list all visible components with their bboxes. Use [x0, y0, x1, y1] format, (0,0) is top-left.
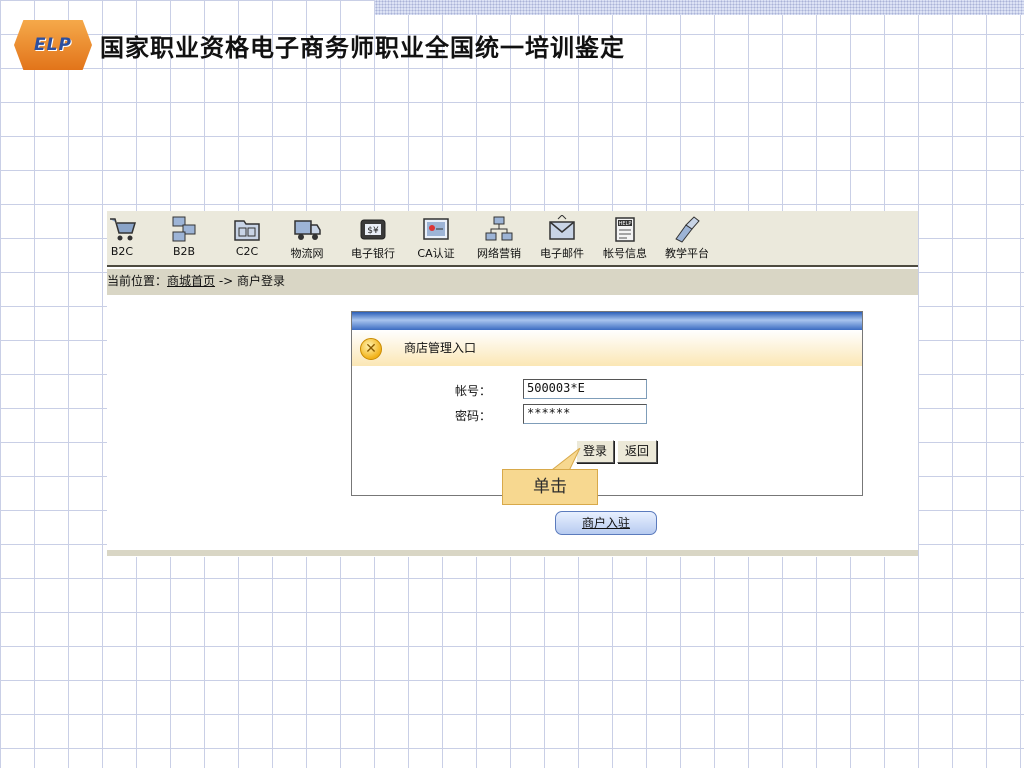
breadcrumb-home-link[interactable]: 商城首页	[167, 274, 215, 288]
truck-icon	[294, 220, 321, 240]
toolbar-item-teaching-platform[interactable]: 教学平台	[656, 215, 718, 263]
network-marketing-icon	[485, 216, 513, 241]
toolbar-item-account-info[interactable]: HELP 帐号信息	[594, 215, 656, 263]
back-button[interactable]: 返回	[617, 440, 657, 463]
browser-screenshot: B2C B2B C2C 物流网 $¥ 电子银行 CA认证 网络营销 电子邮件 H…	[107, 211, 918, 557]
elp-logo: ELP	[14, 20, 92, 70]
login-panel: ✕ 商店管理入口 帐号： 500003*E 密码： ****** 登录 返回	[351, 311, 863, 496]
password-input[interactable]: ******	[523, 404, 647, 424]
toolbar-item-logistics[interactable]: 物流网	[276, 215, 338, 263]
account-input[interactable]: 500003*E	[523, 379, 647, 399]
panel-header: ✕ 商店管理入口	[352, 330, 862, 366]
email-icon	[549, 215, 575, 240]
toolbar-item-b2b[interactable]: B2B	[153, 215, 215, 263]
toolbar-label: C2C	[235, 245, 259, 258]
toolbar-item-c2c[interactable]: C2C	[216, 215, 278, 263]
slide-title: 国家职业资格电子商务师职业全国统一培训鉴定	[100, 34, 625, 62]
toolbar-item-network-marketing[interactable]: 网络营销	[468, 215, 530, 263]
toolbar-item-b2c[interactable]: B2C	[91, 215, 153, 263]
toolbar-label: 教学平台	[665, 247, 709, 260]
breadcrumb-current: 商户登录	[237, 274, 286, 288]
b2b-network-icon	[172, 216, 196, 242]
bank-icon: $¥	[360, 219, 386, 240]
certificate-icon	[423, 218, 449, 240]
top-decorative-strip	[375, 0, 1024, 15]
breadcrumb: 当前位置：商城首页 -> 商户登录	[107, 269, 918, 295]
toolbar-label: B2C	[110, 245, 134, 258]
teaching-platform-icon	[675, 216, 700, 243]
merchant-register-button[interactable]: 商户入驻	[555, 511, 657, 535]
close-circle-icon: ✕	[360, 338, 382, 360]
shopping-cart-icon	[110, 218, 137, 241]
toolbar-label: 电子邮件	[540, 247, 584, 260]
account-label: 帐号：	[455, 384, 492, 398]
nav-toolbar: B2C B2B C2C 物流网 $¥ 电子银行 CA认证 网络营销 电子邮件 H…	[107, 211, 918, 267]
toolbar-label: 电子银行	[351, 247, 395, 260]
panel-title: 商店管理入口	[404, 341, 477, 355]
breadcrumb-prefix: 当前位置：	[107, 274, 168, 288]
toolbar-label: 物流网	[290, 247, 324, 260]
password-label: 密码：	[455, 409, 492, 423]
panel-top-bar	[352, 312, 862, 330]
svg-text:HELP: HELP	[619, 221, 632, 227]
toolbar-label: 网络营销	[477, 247, 521, 260]
toolbar-label: CA认证	[417, 247, 455, 260]
toolbar-label: B2B	[172, 245, 196, 258]
toolbar-item-ebank[interactable]: $¥ 电子银行	[342, 215, 404, 263]
c2c-folder-icon	[234, 220, 260, 241]
logo-text: ELP	[34, 35, 72, 55]
help-notepad-icon: HELP	[615, 217, 635, 242]
toolbar-label: 帐号信息	[603, 247, 647, 260]
toolbar-item-email[interactable]: 电子邮件	[531, 215, 593, 263]
toolbar-item-ca-auth[interactable]: CA认证	[405, 215, 467, 263]
breadcrumb-separator: ->	[215, 274, 238, 288]
click-callout: 单击	[502, 469, 598, 505]
svg-text:$¥: $¥	[367, 226, 379, 236]
bottom-bar	[107, 550, 918, 556]
